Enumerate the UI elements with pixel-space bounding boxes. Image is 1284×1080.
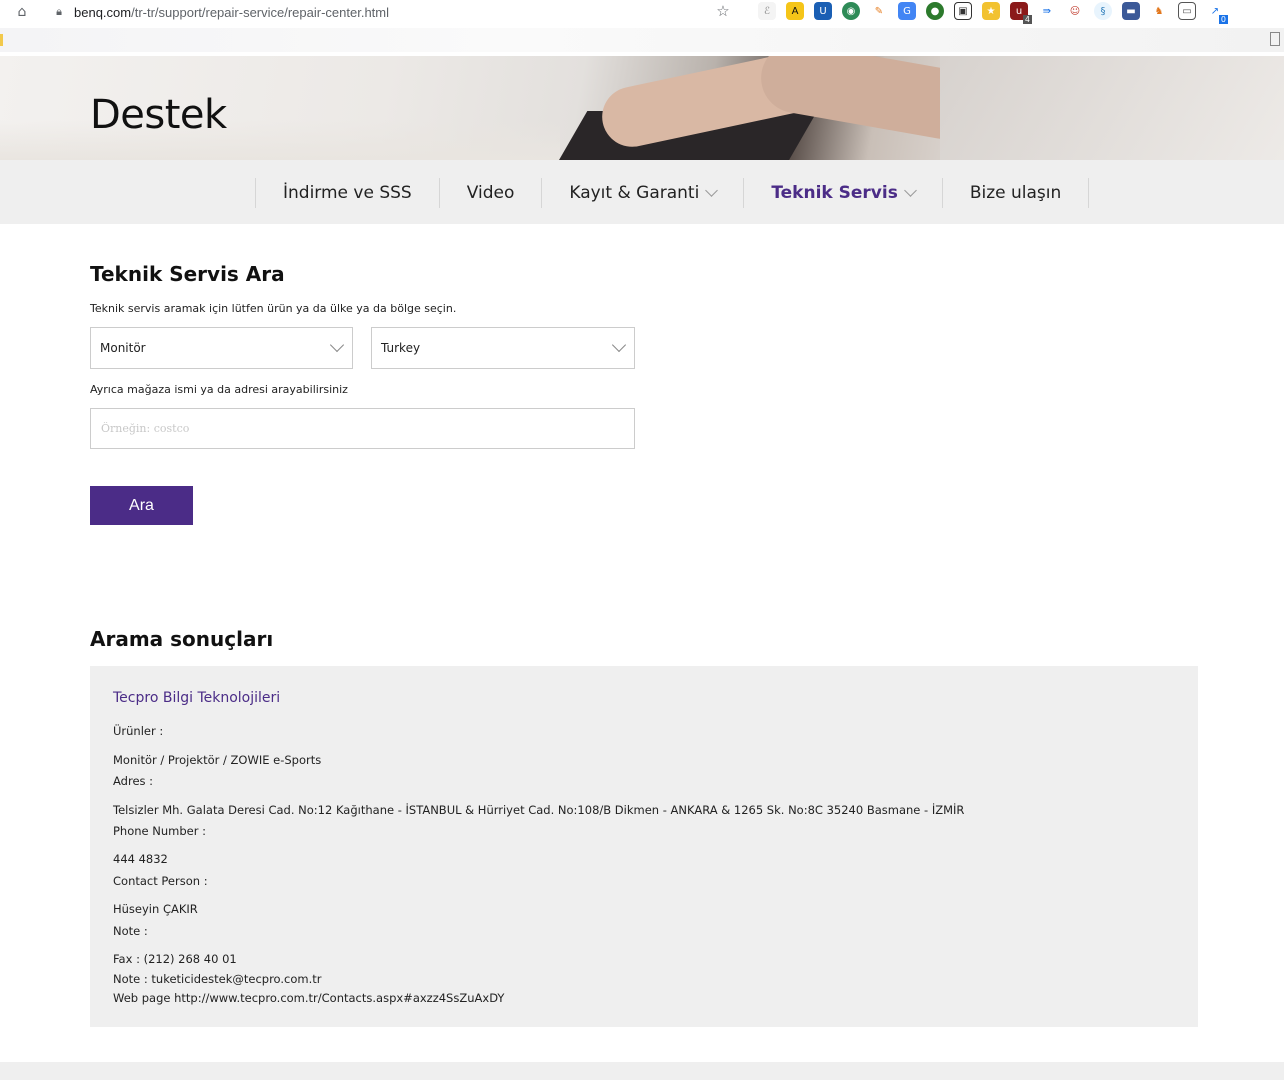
chevron-down-icon: [705, 184, 719, 197]
store-search-hint: Ayrıca mağaza ismi ya da adresi arayabil…: [90, 383, 348, 396]
tab-label: Bize ulaşın: [969, 183, 1062, 203]
extension-icon-12[interactable]: ☺: [1066, 2, 1084, 20]
country-select-value: Turkey: [381, 341, 421, 355]
web-page-line: Web page http://www.tecpro.com.tr/Contac…: [113, 991, 505, 1005]
extension-badge: 4: [1022, 15, 1032, 24]
extension-shield-icon[interactable]: U: [814, 2, 832, 20]
tab-technical-service[interactable]: Teknik Servis: [743, 178, 942, 208]
search-instruction: Teknik servis aramak için lütfen ürün ya…: [90, 302, 457, 315]
extension-toolbar: ☆ ℰ A U ◉ ✎ G ● ▣ ★ u4 ⇛ ☺ § ▬ ♞ ▭ ↗ 0: [714, 2, 1228, 24]
tab-label: Teknik Servis: [771, 183, 898, 203]
tab-downloads-faq[interactable]: İndirme ve SSS: [255, 178, 439, 208]
chevron-down-icon: [329, 337, 345, 353]
tab-label: Kayıt & Garanti: [569, 183, 700, 203]
page-title: Destek: [90, 92, 227, 138]
tab-contact-us[interactable]: Bize ulaşın: [941, 178, 1090, 208]
metamask-icon[interactable]: ♞: [1150, 2, 1168, 20]
extension-badge: 0: [1218, 15, 1228, 24]
products-label: Ürünler :: [113, 724, 164, 738]
tab-list: İndirme ve SSS Video Kayıt & Garanti Tek…: [255, 178, 1090, 208]
browser-chrome: ⌂ 🔒︎ benq.com/tr-tr/support/repair-servi…: [0, 0, 1284, 56]
extension-icon-14[interactable]: ▬: [1122, 2, 1140, 20]
address-value: Telsizler Mh. Galata Deresi Cad. No:12 K…: [113, 803, 965, 817]
chevron-down-icon: [903, 184, 917, 197]
hero-desk: [0, 120, 560, 160]
product-select-value: Monitör: [100, 341, 146, 355]
home-icon[interactable]: ⌂: [12, 2, 32, 22]
extension-icon-1[interactable]: ℰ: [758, 2, 776, 20]
support-tab-nav: İndirme ve SSS Video Kayıt & Garanti Tek…: [0, 160, 1284, 224]
other-bookmarks-icon[interactable]: [1270, 32, 1280, 46]
hero-sleeve-image: [940, 56, 1284, 160]
contact-label: Contact Person :: [113, 874, 208, 888]
extension-icon-5[interactable]: ✎: [870, 2, 888, 20]
product-select[interactable]: Monitör: [90, 327, 353, 369]
url-host: benq.com: [74, 4, 132, 20]
note-label: Note :: [113, 924, 148, 938]
address-label: Adres :: [113, 774, 154, 788]
extension-icon-8[interactable]: ▣: [954, 2, 972, 20]
extension-icon-17[interactable]: ↗ 0: [1206, 2, 1228, 24]
search-section-title: Teknik Servis Ara: [90, 262, 285, 286]
ublock-icon[interactable]: u4: [1010, 2, 1032, 24]
tab-label: İndirme ve SSS: [283, 183, 412, 203]
email-line: Note : tuketicidestek@tecpro.com.tr: [113, 972, 322, 986]
extension-icon-13[interactable]: §: [1094, 2, 1112, 20]
contact-value: Hüseyin ÇAKIR: [113, 902, 198, 916]
phone-label: Phone Number :: [113, 824, 207, 838]
fax-line: Fax : (212) 268 40 01: [113, 952, 237, 966]
search-button[interactable]: Ara: [90, 486, 193, 525]
footer-band: [0, 1062, 1284, 1080]
country-select[interactable]: Turkey: [371, 327, 635, 369]
hero-banner: Destek: [0, 56, 1284, 160]
store-search-input[interactable]: [90, 408, 635, 449]
bookmark-marker: [0, 34, 3, 46]
bookmarks-bar: [0, 28, 1284, 52]
tab-registration-warranty[interactable]: Kayıt & Garanti: [541, 178, 743, 208]
extension-icon-11[interactable]: ⇛: [1038, 2, 1056, 20]
products-value: Monitör / Projektör / ZOWIE e-Sports: [113, 753, 322, 767]
extension-icon-4[interactable]: ◉: [842, 2, 860, 20]
chevron-down-icon: [611, 337, 627, 353]
star-icon[interactable]: ☆: [714, 2, 732, 20]
translate-icon[interactable]: G: [898, 2, 916, 20]
extension-icon-16[interactable]: ▭: [1178, 2, 1196, 20]
service-center-name[interactable]: Tecpro Bilgi Teknolojileri: [113, 690, 280, 706]
extension-icon-2[interactable]: A: [786, 2, 804, 20]
phone-value: 444 4832: [113, 852, 168, 866]
url-path: /tr-tr/support/repair-service/repair-cen…: [131, 4, 390, 20]
tab-video[interactable]: Video: [438, 178, 542, 208]
address-bar-row: ⌂ 🔒︎ benq.com/tr-tr/support/repair-servi…: [0, 0, 1284, 24]
address-bar[interactable]: benq.com/tr-tr/support/repair-service/re…: [74, 5, 389, 20]
extension-icon-9[interactable]: ★: [982, 2, 1000, 20]
results-title: Arama sonuçları: [90, 627, 274, 651]
extension-icon-7[interactable]: ●: [926, 2, 944, 20]
lock-icon[interactable]: 🔒︎: [52, 4, 66, 20]
result-card: Tecpro Bilgi Teknolojileri Ürünler : Mon…: [90, 666, 1198, 1027]
tab-label: Video: [466, 183, 515, 203]
